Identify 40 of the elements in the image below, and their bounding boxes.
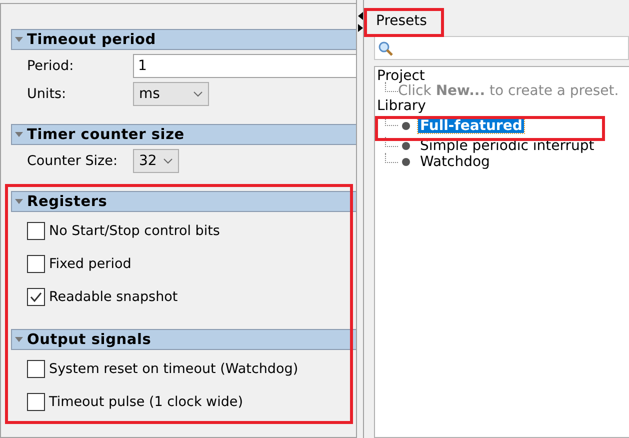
checkbox[interactable]: [27, 254, 45, 272]
hint-text: Click New... to create a preset.: [398, 84, 619, 98]
bullet-icon: [402, 122, 410, 130]
checkmark-icon: [29, 290, 43, 304]
collapse-triangle-icon[interactable]: [15, 36, 23, 42]
search-field[interactable]: [374, 36, 629, 60]
checkbox-label: System reset on timeout (Watchdog): [49, 360, 298, 376]
checkbox-label: Readable snapshot: [49, 288, 178, 304]
chevron-down-icon: [162, 158, 173, 164]
checkbox[interactable]: [27, 288, 45, 306]
tree-group[interactable]: Library: [377, 99, 426, 113]
left-arrow-icon[interactable]: [358, 12, 362, 20]
section-header[interactable]: Registers: [11, 191, 356, 212]
bullet-icon: [402, 142, 410, 150]
bullet-icon: [402, 158, 410, 166]
checkbox[interactable]: [27, 392, 45, 410]
section-header[interactable]: Timer counter size: [11, 124, 356, 145]
search-icon: [378, 40, 393, 56]
dropdown[interactable]: ms: [133, 82, 209, 106]
checkbox[interactable]: [27, 222, 45, 240]
section-header[interactable]: Output signals: [11, 329, 356, 350]
chevron-down-icon: [193, 91, 203, 97]
tree-group[interactable]: Project: [377, 69, 425, 83]
panel-title: Presets: [376, 13, 427, 29]
field-label: Counter Size:: [27, 153, 118, 169]
collapse-triangle-icon[interactable]: [15, 336, 23, 342]
dropdown[interactable]: 32: [133, 149, 179, 173]
right-arrow-icon[interactable]: [358, 24, 362, 32]
collapse-triangle-icon[interactable]: [15, 132, 23, 138]
checkbox-label: Timeout pulse (1 clock wide): [49, 394, 243, 410]
checkbox[interactable]: [27, 360, 45, 378]
tree-item[interactable]: Full-featured: [418, 118, 524, 132]
checkbox-label: Fixed period: [49, 256, 132, 272]
field-label: Units:: [27, 86, 68, 102]
checkbox-label: No Start/Stop control bits: [49, 222, 220, 238]
input-field[interactable]: 1: [133, 54, 356, 78]
collapse-triangle-icon[interactable]: [15, 198, 23, 204]
section-header[interactable]: Timeout period: [11, 29, 356, 50]
field-label: Period:: [27, 58, 75, 74]
tree-item[interactable]: Watchdog: [418, 155, 492, 169]
